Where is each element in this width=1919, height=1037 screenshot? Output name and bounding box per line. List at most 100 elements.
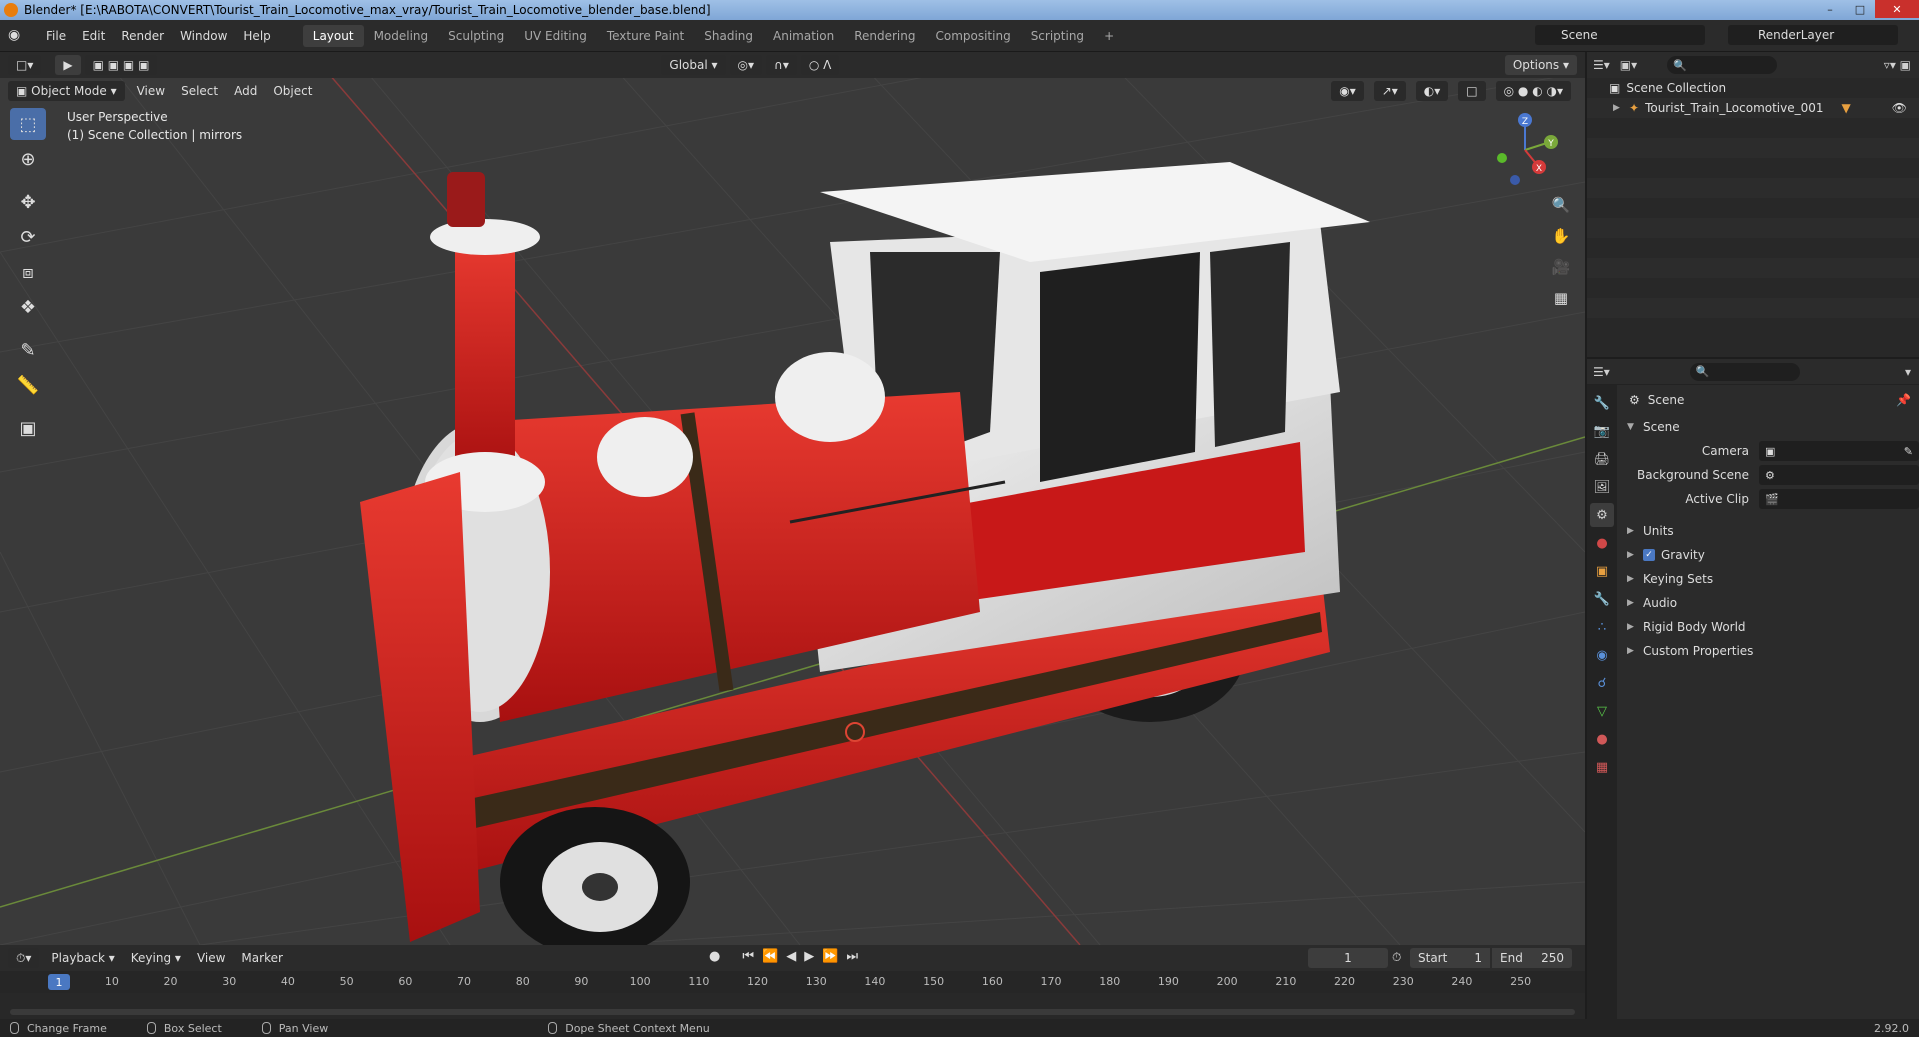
xray-icon[interactable]: □: [1458, 81, 1486, 101]
material-tab-icon[interactable]: ●: [1590, 727, 1614, 751]
renderlayer-selector[interactable]: RenderLayer: [1728, 25, 1898, 45]
panel-units[interactable]: ▶ Units: [1619, 519, 1919, 543]
constraints-tab-icon[interactable]: ☌: [1590, 671, 1614, 695]
add-cube-tool-icon[interactable]: ▣: [10, 412, 46, 444]
visibility-eye-icon[interactable]: 👁: [1892, 101, 1907, 115]
proportional-editing-icon[interactable]: ○ Λ: [800, 55, 840, 75]
menu-add[interactable]: Add: [226, 84, 265, 98]
menu-file[interactable]: File: [38, 26, 74, 46]
tab-shading[interactable]: Shading: [694, 25, 763, 47]
eyedropper-icon[interactable]: ✎: [1904, 445, 1913, 458]
panel-scene-header[interactable]: ▼ Scene: [1619, 415, 1919, 439]
gizmo-toggle-icon[interactable]: ↗▾: [1373, 81, 1406, 101]
output-tab-icon[interactable]: 🖨: [1590, 447, 1614, 471]
tab-modeling[interactable]: Modeling: [364, 25, 439, 47]
background-scene-field[interactable]: ⚙: [1759, 465, 1919, 485]
annotate-tool-icon[interactable]: ✎: [10, 334, 46, 366]
pan-hand-icon[interactable]: ✋: [1548, 223, 1574, 249]
overlay-toggle-icon[interactable]: ◐▾: [1415, 81, 1449, 101]
menu-keying[interactable]: Keying ▾: [123, 951, 189, 965]
gizmo-neg-y-icon[interactable]: [1497, 153, 1507, 163]
active-clip-field[interactable]: 🎬: [1759, 489, 1919, 509]
view-layer-tab-icon[interactable]: 🖼: [1590, 475, 1614, 499]
current-frame-field[interactable]: 1: [1308, 948, 1388, 968]
play-reverse-icon[interactable]: ◀: [786, 949, 796, 964]
tool-settings-tab-icon[interactable]: 🔧: [1590, 391, 1614, 415]
menu-help[interactable]: Help: [235, 26, 278, 46]
object-tab-icon[interactable]: ▣: [1590, 559, 1614, 583]
shading-modes-icon[interactable]: ◎ ● ◐ ◑▾: [1495, 81, 1571, 101]
close-icon[interactable]: ✕: [1875, 0, 1919, 18]
panel-gravity[interactable]: ▶ ✓ Gravity: [1619, 543, 1919, 567]
cursor-tool-icon[interactable]: ⊕: [10, 143, 46, 175]
navigation-gizmo[interactable]: Z Y X: [1490, 110, 1560, 190]
tab-uv-editing[interactable]: UV Editing: [514, 25, 597, 47]
blender-menu-icon[interactable]: ◉: [8, 27, 26, 45]
camera-view-icon[interactable]: 🎥: [1548, 254, 1574, 280]
gizmo-neg-z-icon[interactable]: [1510, 175, 1520, 185]
minimize-icon[interactable]: –: [1815, 0, 1845, 18]
modifier-tab-icon[interactable]: 🔧: [1590, 587, 1614, 611]
panel-custom-properties[interactable]: ▶ Custom Properties: [1619, 639, 1919, 663]
options-dropdown[interactable]: Options ▾: [1504, 55, 1577, 75]
record-icon[interactable]: ●: [709, 949, 720, 964]
select-tool-icon[interactable]: ▶: [55, 55, 81, 75]
end-frame-field[interactable]: End 250: [1492, 948, 1572, 968]
zoom-icon[interactable]: 🔍: [1548, 192, 1574, 218]
clock-icon[interactable]: ⏱: [1392, 950, 1401, 965]
playhead[interactable]: 1: [48, 974, 70, 990]
tab-scripting[interactable]: Scripting: [1021, 25, 1094, 47]
render-tab-icon[interactable]: 📷: [1590, 419, 1614, 443]
properties-search-input[interactable]: 🔍: [1689, 362, 1800, 381]
scale-tool-icon[interactable]: ⧈: [10, 256, 46, 288]
menu-select[interactable]: Select: [173, 84, 226, 98]
chevron-down-icon[interactable]: ▾: [1905, 365, 1911, 379]
properties-editor-icon[interactable]: ☰▾: [1593, 365, 1610, 379]
next-keyframe-icon[interactable]: ⏩: [822, 949, 838, 964]
rotate-tool-icon[interactable]: ⟳: [10, 221, 46, 253]
select-box-tool-icon[interactable]: ⬚: [10, 108, 46, 140]
start-frame-field[interactable]: Start 1: [1410, 948, 1490, 968]
transform-orientation-dropdown[interactable]: Global ▾: [661, 55, 726, 75]
menu-edit[interactable]: Edit: [74, 26, 113, 46]
gravity-checkbox[interactable]: ✓: [1643, 549, 1655, 561]
menu-object[interactable]: Object: [265, 84, 320, 98]
measure-tool-icon[interactable]: 📏: [10, 369, 46, 401]
camera-field[interactable]: ▣ ✎: [1759, 441, 1919, 461]
tab-texture-paint[interactable]: Texture Paint: [597, 25, 694, 47]
timeline-editor-icon[interactable]: ⏱▾: [8, 948, 40, 968]
tab-sculpting[interactable]: Sculpting: [438, 25, 514, 47]
expand-arrow-icon[interactable]: ▶: [1613, 103, 1621, 113]
jump-end-icon[interactable]: ⏭: [846, 949, 858, 964]
pin-icon[interactable]: 📌: [1896, 393, 1911, 407]
menu-playback[interactable]: Playback ▾: [43, 951, 122, 965]
outliner-search-input[interactable]: 🔍: [1667, 56, 1778, 74]
outliner-item[interactable]: ▶ ✦ Tourist_Train_Locomotive_001 ▼ 👁: [1587, 98, 1919, 118]
selection-mode-icons[interactable]: ▣ ▣ ▣ ▣: [84, 55, 158, 75]
world-tab-icon[interactable]: ●: [1590, 531, 1614, 555]
timeline-ruler[interactable]: 1 10 20 30 40 50 60 70 80 90 100 110 120 130 140 150 16…: [0, 971, 1585, 993]
add-workspace-icon[interactable]: +: [1094, 25, 1124, 47]
tab-rendering[interactable]: Rendering: [844, 25, 925, 47]
physics-tab-icon[interactable]: ◉: [1590, 643, 1614, 667]
scene-selector[interactable]: Scene: [1535, 25, 1705, 45]
panel-keying-sets[interactable]: ▶ Keying Sets: [1619, 567, 1919, 591]
tab-animation[interactable]: Animation: [763, 25, 844, 47]
object-mode-dropdown[interactable]: ▣ Object Mode ▾: [8, 81, 125, 101]
menu-render[interactable]: Render: [113, 26, 172, 46]
snap-icon[interactable]: ∩▾: [766, 55, 797, 75]
display-mode-icon[interactable]: ▣▾: [1620, 58, 1637, 72]
outliner-editor-icon[interactable]: ☰▾: [1593, 58, 1610, 72]
texture-tab-icon[interactable]: ▦: [1590, 755, 1614, 779]
play-icon[interactable]: ▶: [804, 949, 814, 964]
transform-tool-icon[interactable]: ❖: [10, 291, 46, 323]
filter-icon[interactable]: ▿▾ ▣: [1884, 58, 1911, 72]
panel-rigid-body-world[interactable]: ▶ Rigid Body World: [1619, 615, 1919, 639]
move-tool-icon[interactable]: ✥: [10, 186, 46, 218]
jump-start-icon[interactable]: ⏮: [742, 949, 754, 964]
data-tab-icon[interactable]: ▽: [1590, 699, 1614, 723]
maximize-icon[interactable]: □: [1845, 0, 1875, 18]
pivot-point-icon[interactable]: ◎▾: [729, 55, 763, 75]
menu-view[interactable]: View: [129, 84, 173, 98]
menu-window[interactable]: Window: [172, 26, 235, 46]
